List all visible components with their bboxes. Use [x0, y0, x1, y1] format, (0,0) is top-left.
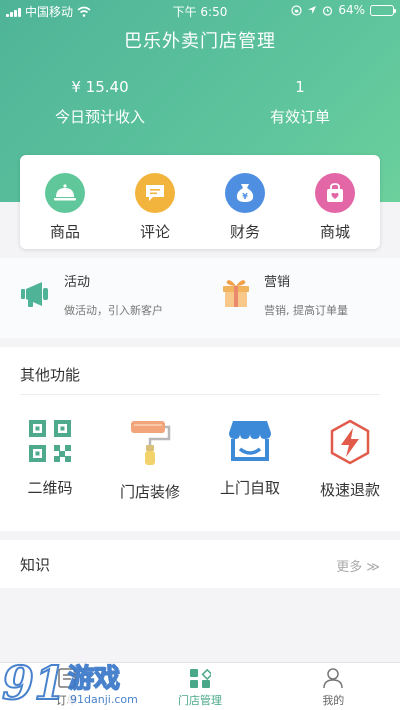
watermark-logo: 91 游戏 91danji.com [1, 656, 140, 710]
status-bar: 中国移动 下午 6:50 64% [0, 0, 400, 22]
money-bag-icon: ¥ [225, 173, 265, 213]
alarm-icon [323, 5, 333, 16]
promo-section: 活动 做活动，引入新客户 营销 营销, 提高订单量 [0, 258, 400, 338]
watermark-name: 游戏 [67, 664, 121, 694]
watermark-91: 91 [1, 656, 67, 710]
income-value: ¥ 15.40 [71, 78, 129, 96]
store-manage-icon [189, 668, 211, 688]
func-fast-refund[interactable]: 极速退款 [300, 419, 400, 502]
paint-roller-icon [131, 421, 171, 465]
func-label-store-decoration: 门店装修 [119, 483, 180, 501]
orders-value: 1 [295, 78, 305, 96]
func-label-fast-refund: 极速退款 [319, 481, 380, 499]
knowledge-section: 知识 更多 ≫ [0, 540, 400, 588]
tab-mine[interactable]: 我的 [267, 663, 400, 710]
gift-icon [223, 280, 249, 307]
promo-marketing-title: 营销 [264, 275, 291, 290]
comment-icon [135, 173, 175, 213]
func-store-decoration[interactable]: 门店装修 [100, 419, 200, 502]
shopping-bag-icon [315, 173, 355, 213]
other-functions-title: 其他功能 [20, 366, 81, 384]
func-qr-code[interactable]: 二维码 [0, 419, 100, 502]
orders-stat[interactable]: 1 有效订单 [200, 78, 400, 127]
income-label: 今日预计收入 [54, 108, 145, 126]
other-functions-section: 其他功能 二维码 门店装修 上门自取 极速退款 [0, 347, 400, 531]
func-label-self-pickup: 上门自取 [219, 479, 280, 497]
menu-label-finance: 财务 [229, 223, 260, 241]
tab-store-management[interactable]: 门店管理 [133, 663, 266, 710]
quick-menu-card: 商品 评论 ¥ 财务 商城 [20, 155, 380, 249]
promo-marketing-desc: 营销, 提高订单量 [264, 304, 348, 317]
promo-activity-desc: 做活动，引入新客户 [64, 304, 163, 317]
battery-percent: 64% [338, 3, 365, 17]
promo-activity[interactable]: 活动 做活动，引入新客户 [0, 258, 200, 338]
menu-item-goods[interactable]: 商品 [20, 155, 110, 249]
menu-label-goods: 商品 [49, 223, 80, 241]
storefront-icon [229, 421, 271, 461]
user-icon [323, 668, 344, 689]
location-arrow-icon [308, 6, 317, 14]
menu-label-mall: 商城 [319, 223, 350, 241]
menu-item-comments[interactable]: 评论 [110, 155, 200, 249]
menu-item-mall[interactable]: 商城 [290, 155, 380, 249]
lock-rotation-icon [291, 4, 302, 16]
watermark-url: 91danji.com [68, 693, 140, 706]
tab-mine-label: 我的 [322, 694, 345, 707]
func-label-qr-code: 二维码 [27, 479, 73, 497]
menu-item-finance[interactable]: ¥ 财务 [200, 155, 290, 249]
menu-label-comments: 评论 [139, 223, 170, 241]
divider [20, 394, 380, 395]
battery-icon [370, 4, 396, 16]
knowledge-title: 知识 [20, 556, 51, 574]
income-stat[interactable]: ¥ 15.40 今日预计收入 [0, 78, 200, 127]
qr-code-icon [29, 420, 71, 462]
promo-marketing[interactable]: 营销 营销, 提高订单量 [200, 258, 400, 338]
orders-label: 有效订单 [269, 108, 330, 126]
knowledge-more-link[interactable]: 更多 ≫ [336, 556, 380, 575]
func-self-pickup[interactable]: 上门自取 [200, 419, 300, 502]
promo-activity-title: 活动 [64, 275, 91, 290]
megaphone-icon [21, 282, 48, 307]
lightning-refund-icon [330, 419, 370, 465]
tab-store-management-label: 门店管理 [177, 694, 222, 707]
page-title: 巴乐外卖门店管理 [124, 31, 276, 52]
svg-text:¥: ¥ [242, 192, 248, 201]
dining-bell-icon [45, 173, 85, 213]
